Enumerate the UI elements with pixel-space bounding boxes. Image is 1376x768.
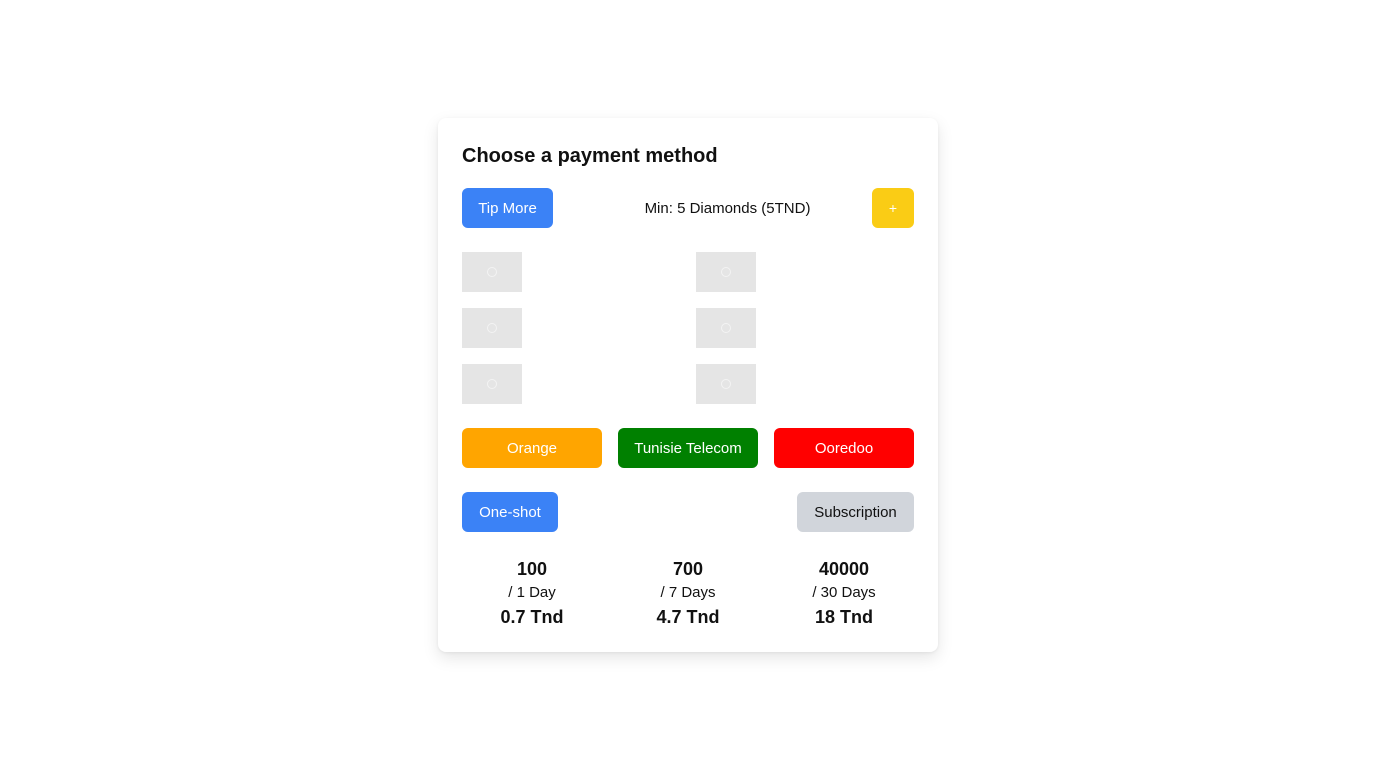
- payment-method-image[interactable]: [696, 252, 756, 292]
- plan-option[interactable]: 100 / 1 Day 0.7 Tnd: [462, 556, 602, 630]
- image-placeholder-icon: [487, 323, 497, 333]
- plan-amount: 700: [672, 559, 704, 579]
- plan-period: / 1 Day: [508, 584, 556, 601]
- payment-icon-grid: [462, 252, 914, 404]
- payment-card: Choose a payment method Tip More Min: 5 …: [438, 118, 938, 652]
- tunisie-telecom-button[interactable]: Tunisie Telecom: [618, 428, 758, 468]
- payment-mode-row: One-shot Subscription: [462, 492, 914, 532]
- plan-list: 100 / 1 Day 0.7 Tnd 700 / 7 Days 4.7 Tnd…: [462, 556, 914, 630]
- payment-method-image[interactable]: [462, 308, 522, 348]
- payment-method-image[interactable]: [462, 364, 522, 404]
- payment-method-image[interactable]: [462, 252, 522, 292]
- image-placeholder-icon: [721, 323, 731, 333]
- plan-period: / 30 Days: [812, 584, 876, 601]
- orange-button[interactable]: Orange: [462, 428, 602, 468]
- plan-period: / 7 Days: [660, 584, 716, 601]
- image-placeholder-icon: [487, 267, 497, 277]
- plan-option[interactable]: 700 / 7 Days 4.7 Tnd: [618, 556, 758, 630]
- plan-option[interactable]: 40000 / 30 Days 18 Tnd: [774, 556, 914, 630]
- plan-amount: 100: [516, 559, 548, 579]
- page-title: Choose a payment method: [462, 145, 718, 167]
- image-placeholder-icon: [487, 379, 497, 389]
- tip-row: Tip More Min: 5 Diamonds (5TND) +: [462, 188, 914, 228]
- plan-price: 18 Tnd: [814, 607, 873, 627]
- add-button[interactable]: +: [872, 188, 914, 228]
- operator-row: Orange Tunisie Telecom Ooredoo: [462, 428, 914, 468]
- subscription-button[interactable]: Subscription: [797, 492, 914, 532]
- ooredoo-button[interactable]: Ooredoo: [774, 428, 914, 468]
- tip-more-button[interactable]: Tip More: [462, 188, 553, 228]
- payment-method-image[interactable]: [696, 308, 756, 348]
- image-placeholder-icon: [721, 267, 731, 277]
- one-shot-button[interactable]: One-shot: [462, 492, 558, 532]
- plan-price: 0.7 Tnd: [500, 607, 564, 627]
- minimum-amount-text: Min: 5 Diamonds (5TND): [644, 199, 811, 217]
- image-placeholder-icon: [721, 379, 731, 389]
- plan-price: 4.7 Tnd: [656, 607, 720, 627]
- plan-amount: 40000: [818, 559, 870, 579]
- payment-method-image[interactable]: [696, 364, 756, 404]
